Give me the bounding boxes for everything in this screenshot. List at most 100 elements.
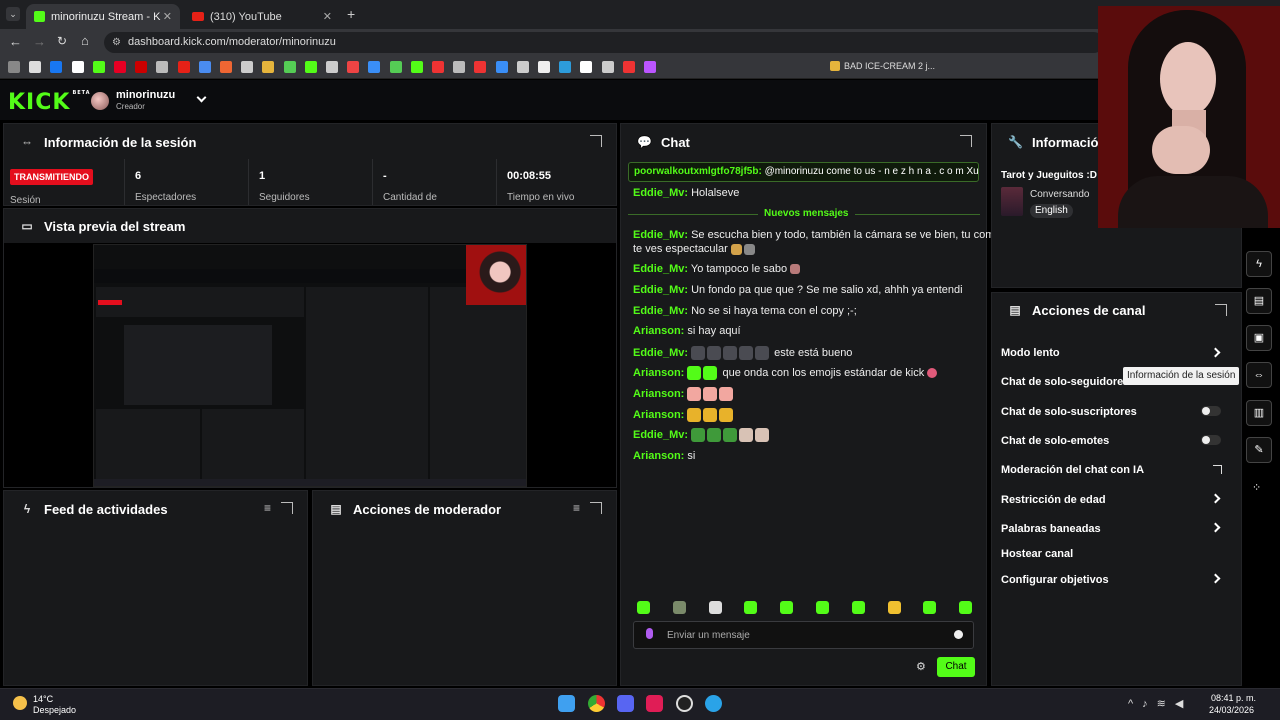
chat-username[interactable]: Arianson: xyxy=(633,450,684,462)
side-apps-icon[interactable]: ⁘ xyxy=(1252,481,1266,495)
bookmark-favicon-icon[interactable] xyxy=(389,61,402,73)
bookmark-favicon-icon[interactable] xyxy=(283,61,296,73)
side-lightning-icon[interactable]: ϟ xyxy=(1246,251,1272,277)
action-followers-only[interactable]: Chat de solo-seguidores xyxy=(1001,376,1129,388)
forward-arrow-icon[interactable]: → xyxy=(33,34,46,49)
quick-emote-icon[interactable] xyxy=(959,601,973,614)
tab-close-icon[interactable]: ✕ xyxy=(323,10,332,23)
pinned-user[interactable]: poorwalkoutxmlgtfo78jf5b: xyxy=(634,166,762,177)
action-slow-mode[interactable]: Modo lento xyxy=(1001,347,1060,359)
back-arrow-icon[interactable]: ← xyxy=(9,34,22,49)
quick-emote-icon[interactable] xyxy=(744,601,758,614)
bookmark-favicon-icon[interactable] xyxy=(474,61,487,73)
reload-icon[interactable]: ↻ xyxy=(57,34,67,48)
chat-input[interactable]: Enviar un mensaje xyxy=(633,621,974,649)
bookmark-favicon-icon[interactable] xyxy=(622,61,635,73)
bookmark-favicon-icon[interactable] xyxy=(453,61,466,73)
bookmark-favicon-icon[interactable] xyxy=(495,61,508,73)
side-chat-icon[interactable]: ▣ xyxy=(1246,325,1272,351)
discord-icon[interactable] xyxy=(617,695,634,712)
expand-icon[interactable] xyxy=(1215,304,1227,316)
chat-username[interactable]: Arianson: xyxy=(633,367,684,379)
subscribers-only-toggle[interactable] xyxy=(1201,406,1221,416)
side-clipboard-icon[interactable]: ▤ xyxy=(1246,288,1272,314)
home-icon[interactable]: ⌂ xyxy=(81,33,89,48)
app-icon[interactable] xyxy=(705,695,722,712)
chat-username[interactable]: Eddie_Mv: xyxy=(633,429,688,441)
bookmark-favicon-icon[interactable] xyxy=(516,61,529,73)
bookmark-bad-ice-cream[interactable]: BAD ICE-CREAM 2 j... xyxy=(844,61,935,71)
tab-kick-dashboard[interactable]: minorinuzu Stream - Kick Dashb ✕ xyxy=(26,4,180,29)
start-windows-icon[interactable] xyxy=(558,695,575,712)
action-emotes-only[interactable]: Chat de solo-emotes xyxy=(1001,435,1109,447)
quick-emote-icon[interactable] xyxy=(887,601,901,614)
bookmark-favicon-icon[interactable] xyxy=(601,61,614,73)
bookmark-favicon-icon[interactable] xyxy=(241,61,254,73)
quick-emote-icon[interactable] xyxy=(708,601,722,614)
quick-emote-icon[interactable] xyxy=(923,601,937,614)
quick-emote-icon[interactable] xyxy=(851,601,865,614)
action-ai-moderation[interactable]: Moderación del chat con IA xyxy=(1001,464,1144,476)
bookmark-favicon-icon[interactable] xyxy=(92,61,105,73)
avatar[interactable] xyxy=(91,92,109,110)
expand-icon[interactable] xyxy=(281,502,293,514)
bookmark-favicon-icon[interactable] xyxy=(559,61,572,73)
tiktok-icon[interactable] xyxy=(646,695,663,712)
bookmark-favicon-icon[interactable] xyxy=(50,61,63,73)
new-tab-plus-icon[interactable]: + xyxy=(347,6,355,22)
chat-username[interactable]: Eddie_Mv: xyxy=(633,284,688,296)
external-link-icon[interactable] xyxy=(1213,465,1222,474)
category-thumbnail[interactable] xyxy=(1001,187,1023,216)
filter-icon[interactable]: ≡ xyxy=(264,501,271,515)
chat-settings-gear-icon[interactable]: ⚙ xyxy=(916,660,926,673)
tab-youtube[interactable]: (310) YouTube ✕ xyxy=(184,4,340,29)
bookmark-favicon-icon[interactable] xyxy=(262,61,275,73)
expand-icon[interactable] xyxy=(590,135,602,147)
bookmark-favicon-icon[interactable] xyxy=(304,61,317,73)
quick-emote-icon[interactable] xyxy=(672,601,686,614)
bookmark-favicon-icon[interactable] xyxy=(580,61,593,73)
chat-username[interactable]: Eddie_Mv: xyxy=(633,229,688,241)
chat-username[interactable]: Eddie_Mv: xyxy=(633,263,688,275)
action-subscribers-only[interactable]: Chat de solo-suscriptores xyxy=(1001,406,1137,418)
filter-icon[interactable]: ≡ xyxy=(573,501,580,515)
kick-logo[interactable]: KICK BETA xyxy=(8,90,91,115)
bookmark-favicon-icon[interactable] xyxy=(71,61,84,73)
tab-list-chevron-icon[interactable]: ⌄ xyxy=(6,7,20,21)
stream-preview-video[interactable] xyxy=(93,244,527,487)
bookmark-favicon-icon[interactable] xyxy=(410,61,423,73)
popout-icon[interactable] xyxy=(960,135,972,147)
bookmark-favicon-icon[interactable] xyxy=(156,61,169,73)
bookmark-favicon-icon[interactable] xyxy=(644,61,656,73)
bookmark-favicon-icon[interactable] xyxy=(326,61,338,73)
chrome-icon[interactable] xyxy=(588,695,605,712)
bookmark-favicon-icon[interactable] xyxy=(114,61,126,73)
bookmark-favicon-icon[interactable] xyxy=(8,61,20,73)
side-wrench-icon[interactable]: ✎ xyxy=(1246,437,1272,463)
action-banned-words[interactable]: Palabras baneadas xyxy=(1001,523,1101,535)
bookmark-favicon-icon[interactable] xyxy=(29,61,42,73)
bookmark-favicon-icon[interactable] xyxy=(135,61,148,73)
action-host-channel[interactable]: Hostear canal xyxy=(1001,548,1073,560)
emotes-only-toggle[interactable] xyxy=(1201,435,1221,445)
chat-username[interactable]: Eddie_Mv: xyxy=(633,347,688,359)
bookmark-favicon-icon[interactable] xyxy=(347,61,360,73)
chat-username[interactable]: Arianson: xyxy=(633,388,684,400)
site-info-icon[interactable]: ⚙ xyxy=(112,32,121,53)
chat-username[interactable]: Arianson: xyxy=(633,325,684,337)
obs-icon[interactable] xyxy=(676,695,693,712)
chat-username[interactable]: Arianson: xyxy=(633,409,684,421)
emoji-picker-icon[interactable] xyxy=(954,630,963,639)
expand-icon[interactable] xyxy=(590,502,602,514)
chat-username[interactable]: Eddie_Mv: xyxy=(633,187,688,199)
url-field[interactable]: ⚙ dashboard.kick.com/moderator/minorinuz… xyxy=(104,32,1104,53)
chat-username[interactable]: Eddie_Mv: xyxy=(633,305,688,317)
side-session-info-icon[interactable]: ⇔ xyxy=(1246,362,1272,388)
microphone-icon[interactable] xyxy=(646,628,653,639)
bookmark-favicon-icon[interactable] xyxy=(177,61,190,73)
quick-emote-icon[interactable] xyxy=(816,601,829,614)
bookmark-favicon-icon[interactable] xyxy=(368,61,381,73)
bookmark-favicon-icon[interactable] xyxy=(538,61,550,73)
side-server-icon[interactable]: ▥ xyxy=(1246,400,1272,426)
action-configure-goals[interactable]: Configurar objetivos xyxy=(1001,574,1109,586)
